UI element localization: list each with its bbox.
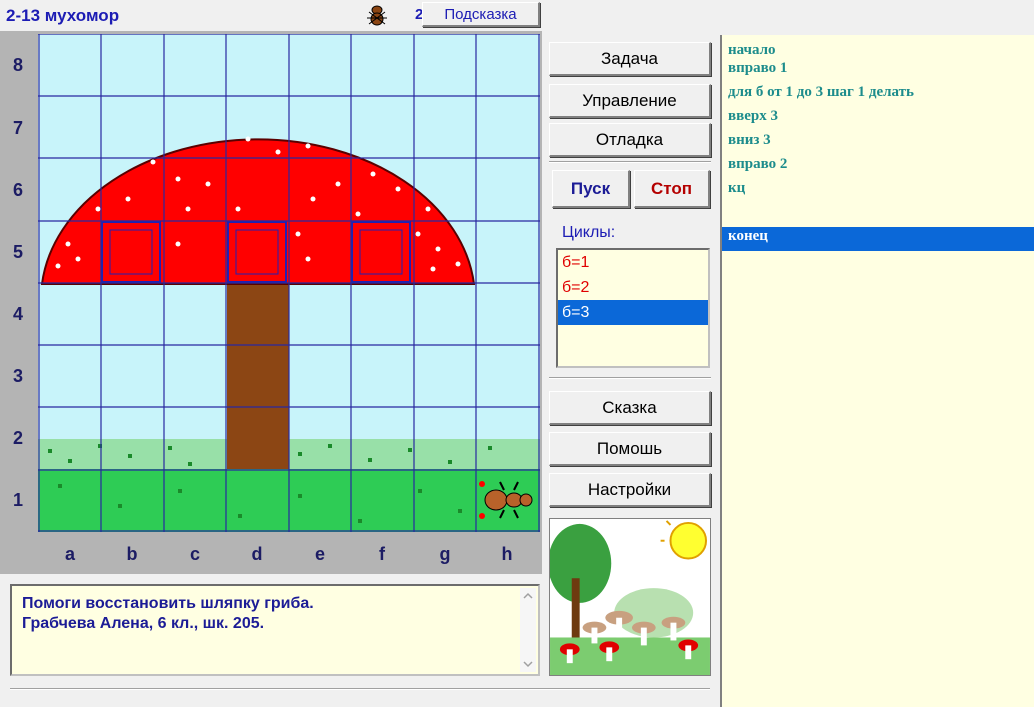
column-label: d bbox=[251, 543, 263, 564]
message-line-2: Грабчева Алена, 6 кл., шк. 205. bbox=[22, 615, 265, 632]
row-label: 6 bbox=[12, 179, 23, 200]
divider bbox=[10, 688, 710, 690]
code-line[interactable]: кц bbox=[722, 179, 1034, 203]
hint-button[interactable]: Подсказка bbox=[422, 2, 540, 27]
message-scrollbar[interactable] bbox=[520, 588, 536, 672]
loop-item[interactable]: б=3 bbox=[558, 300, 708, 325]
code-line[interactable]: вправо 1 bbox=[722, 59, 1034, 83]
row-label: 3 bbox=[12, 365, 23, 386]
column-label: b bbox=[126, 543, 138, 564]
row-label: 2 bbox=[12, 427, 23, 448]
row-label: 1 bbox=[12, 489, 23, 510]
column-label: c bbox=[189, 543, 200, 564]
row-label: 8 bbox=[12, 54, 23, 75]
column-label: a bbox=[64, 543, 75, 564]
column-label: f bbox=[379, 543, 385, 564]
row-label: 4 bbox=[12, 303, 23, 324]
program-code[interactable]: начало вправо 1 для б от 1 до 3 шаг 1 де… bbox=[720, 35, 1034, 707]
row-label: 7 bbox=[12, 117, 23, 138]
code-line[interactable]: начало bbox=[722, 35, 1034, 59]
target-cells bbox=[101, 221, 411, 283]
loop-item[interactable]: б=1 bbox=[558, 250, 708, 275]
column-label: h bbox=[501, 543, 513, 564]
code-line[interactable]: вверх 3 bbox=[722, 107, 1034, 131]
task-button[interactable]: Задача bbox=[549, 42, 711, 76]
row-label: 5 bbox=[12, 241, 23, 262]
divider bbox=[549, 161, 711, 163]
code-line[interactable]: вправо 2 bbox=[722, 155, 1034, 179]
control-button[interactable]: Управление bbox=[549, 84, 711, 118]
board-grid[interactable] bbox=[38, 34, 540, 532]
divider bbox=[549, 377, 711, 379]
code-line[interactable]: для б от 1 до 3 шаг 1 делать bbox=[722, 83, 1034, 107]
mushroom-stem bbox=[227, 284, 289, 469]
stop-button[interactable]: Стоп bbox=[634, 170, 710, 208]
message-line-1: Помоги восстановить шляпку гриба. bbox=[22, 595, 314, 612]
column-label: g bbox=[439, 543, 451, 564]
code-line[interactable]: вниз 3 bbox=[722, 131, 1034, 155]
task-title: 2-13 мухомор bbox=[6, 6, 120, 25]
tale-button[interactable]: Сказка bbox=[549, 391, 711, 425]
ant-icon bbox=[367, 5, 387, 26]
message-box: Помоги восстановить шляпку гриба. Грабче… bbox=[10, 584, 540, 676]
loops-list[interactable]: б=1 б=2 б=3 bbox=[556, 248, 710, 368]
story-picture bbox=[549, 518, 711, 676]
debug-button[interactable]: Отладка bbox=[549, 123, 711, 157]
help-button[interactable]: Помошь bbox=[549, 432, 711, 466]
loops-label: Циклы: bbox=[562, 224, 616, 241]
run-button[interactable]: Пуск bbox=[552, 170, 630, 208]
loop-item[interactable]: б=2 bbox=[558, 275, 708, 300]
code-line[interactable]: конец bbox=[722, 227, 1034, 251]
code-line[interactable] bbox=[722, 203, 1034, 227]
settings-button[interactable]: Настройки bbox=[549, 473, 711, 507]
column-label: e bbox=[314, 543, 325, 564]
